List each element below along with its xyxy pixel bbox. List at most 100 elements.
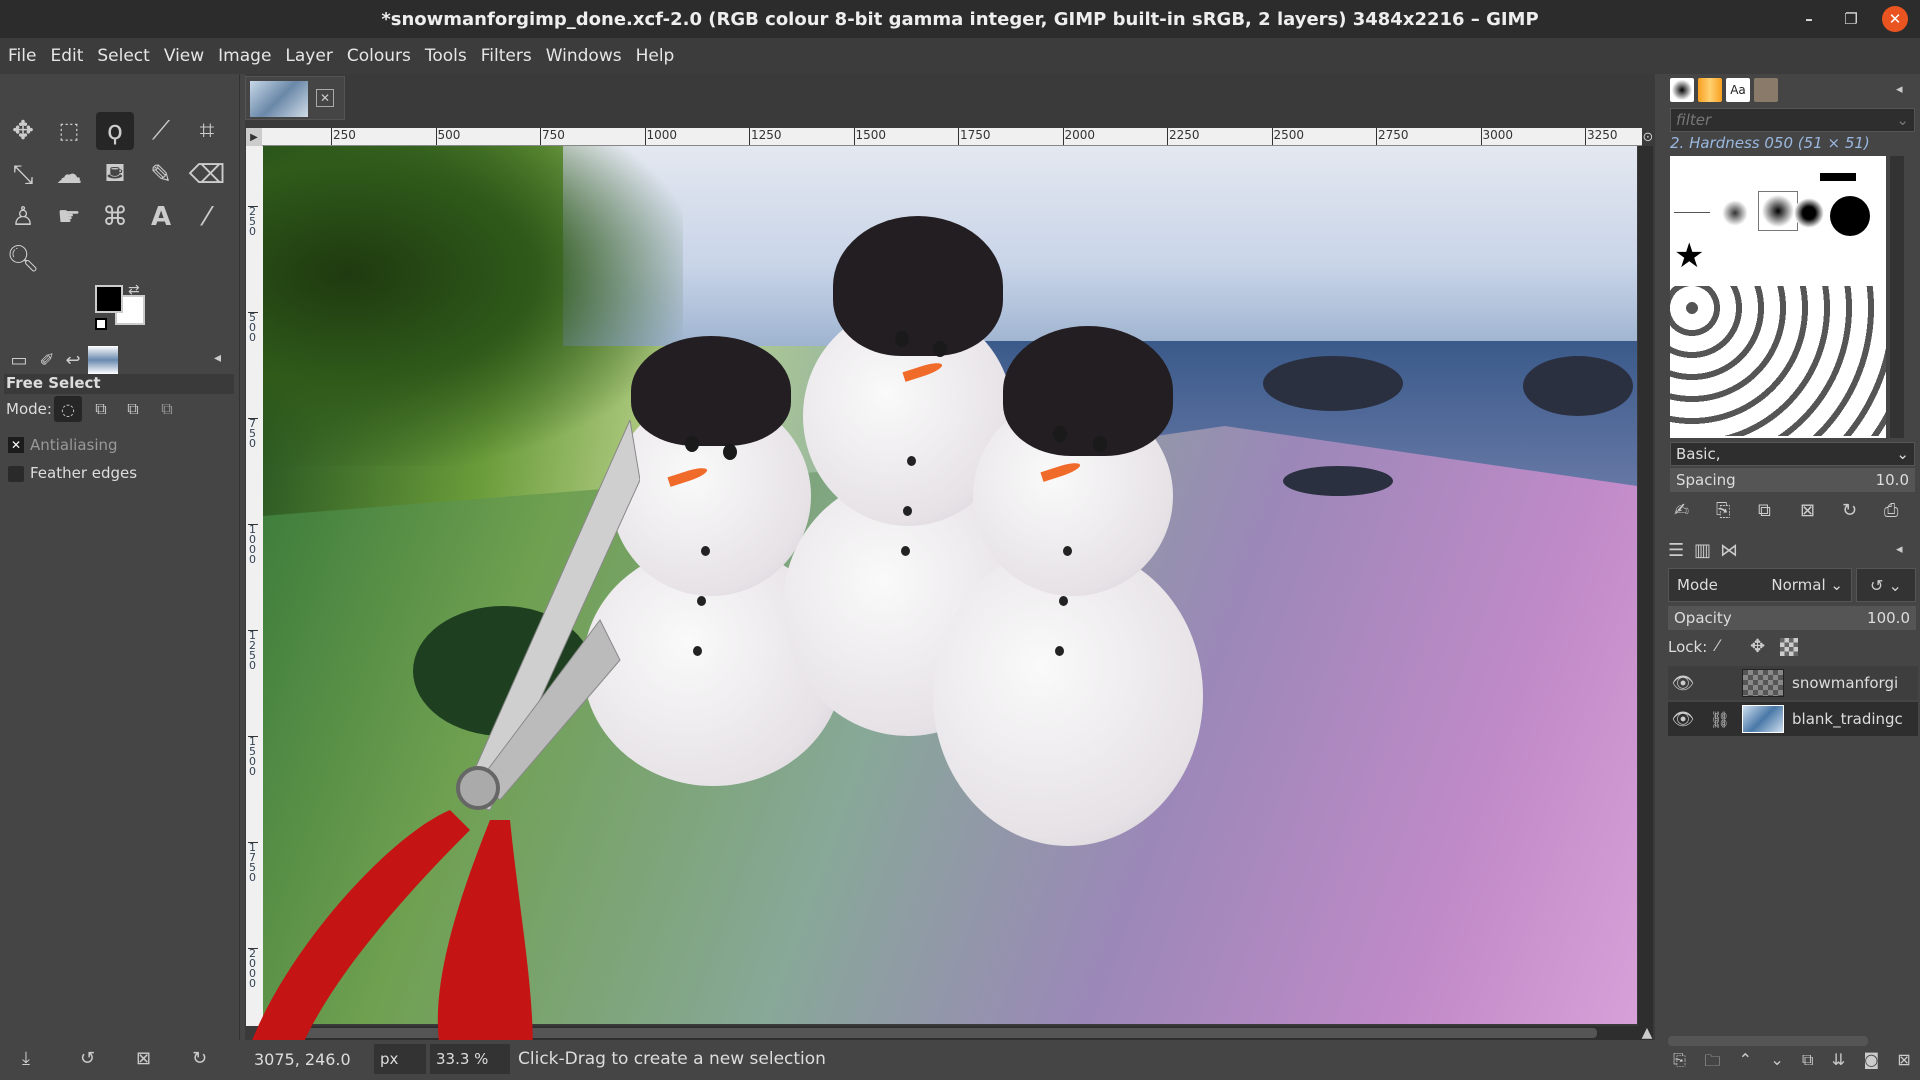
lock-alpha-icon[interactable] [1780,638,1798,656]
horizontal-ruler[interactable]: 250 500 750 1000 1250 1500 1750 2000 2250 2500 275… [262,128,1642,146]
mode-add-icon[interactable]: ⧉ [88,396,114,422]
zoom-tool-icon[interactable]: 🔍︎ [4,240,42,278]
images-tab-icon[interactable] [88,346,118,374]
edit-brush-icon[interactable]: ✍ [1674,500,1689,521]
zoom-to-fit-icon[interactable]: ⊙ [1640,128,1656,146]
zoom-select[interactable]: 33.3 % [430,1044,510,1074]
default-colors-icon[interactable] [95,318,107,330]
delete-layer-icon[interactable]: ⊠ [1897,1050,1910,1077]
delete-brush-icon[interactable]: ⊠ [1800,500,1815,521]
raise-layer-icon[interactable]: ⌃ [1739,1050,1752,1077]
smudge-tool-icon[interactable]: ☛ [50,198,88,236]
paths-tool-icon[interactable]: ⌘ [96,198,134,236]
mode-subtract-icon[interactable]: ⧉ [120,396,146,422]
close-image-icon[interactable]: ✕ [316,89,334,107]
menu-edit[interactable]: Edit [50,46,83,66]
dock-menu-icon[interactable]: ◂ [1896,82,1903,97]
mode-replace-icon[interactable]: ◌ [54,396,82,422]
paintbrush-tool-icon[interactable]: ✎ [142,156,180,194]
antialiasing-checkbox[interactable]: ✕ [8,437,24,453]
brush-tag-select[interactable]: Basic, ⌄ [1670,442,1915,466]
spacing-slider[interactable]: Spacing 10.0 [1670,468,1915,492]
merge-layer-icon[interactable]: ⇊ [1832,1050,1845,1077]
undo-history-tab-icon[interactable]: ↩ [58,346,88,374]
menu-filters[interactable]: Filters [481,46,532,66]
layer-mode-select[interactable]: Mode Normal ⌄ [1668,568,1852,602]
color-picker-tool-icon[interactable]: ⁄ [188,198,226,236]
layer-row[interactable]: 👁︎ snowmanforgi [1668,666,1918,700]
image-tab[interactable]: ✕ [245,76,345,120]
paths-tab-icon[interactable]: ⋈ [1720,540,1738,561]
save-tool-preset-icon[interactable]: ⤓ [22,1048,30,1069]
menu-image[interactable]: Image [218,46,271,66]
lower-layer-icon[interactable]: ⌄ [1770,1050,1783,1077]
minimize-button[interactable]: – [1796,6,1822,32]
reset-options-icon[interactable]: ↻ [192,1048,207,1069]
layer-row[interactable]: 👁︎ ⛓ blank_tradingc [1668,702,1918,736]
tool-options-tab-icon[interactable]: ▭ [4,346,34,374]
brush-grid[interactable]: ★ [1670,156,1886,438]
feather-edges-checkbox[interactable] [8,466,24,482]
close-button[interactable]: ✕ [1882,6,1908,32]
opacity-slider[interactable]: Opacity 100.0 [1668,606,1916,630]
brush-filter-input[interactable]: filter ⌄ [1670,108,1915,132]
eye-icon[interactable]: 👁︎ [1668,673,1698,694]
menu-layer[interactable]: Layer [285,46,332,66]
layers-dock-menu-icon[interactable]: ◂ [1896,542,1903,557]
document-history-tab-icon[interactable] [1754,78,1778,102]
free-select-tool-icon[interactable]: ϙ [96,112,134,150]
menu-select[interactable]: Select [97,46,149,66]
window-title: *snowmanforgimp_done.xcf-2.0 (RGB colour… [381,8,1539,30]
chevron-down-icon[interactable]: ⌄ [1896,445,1909,463]
rock [1283,466,1393,496]
menu-file[interactable]: File [8,46,36,66]
brushes-tab-icon[interactable] [1670,78,1694,102]
fonts-tab-icon[interactable]: Aa [1726,78,1750,102]
rect-select-tool-icon[interactable]: ⬚ [50,112,88,150]
antialiasing-label: Antialiasing [30,436,118,454]
composite-mode-select[interactable]: ↺ ⌄ [1856,568,1916,602]
new-brush-icon[interactable]: ⎘ [1716,500,1730,521]
eraser-tool-icon[interactable]: ⌫ [188,156,226,194]
quick-mask-menu-icon[interactable]: ▶ [246,128,262,146]
brush-scrollbar[interactable] [1890,156,1904,438]
patterns-tab-icon[interactable] [1698,78,1722,102]
chain-link-icon[interactable]: ⛓ [1698,710,1742,729]
menu-windows[interactable]: Windows [546,46,622,66]
menu-help[interactable]: Help [636,46,675,66]
new-layer-icon[interactable]: ⎘ [1673,1050,1686,1077]
clone-tool-icon[interactable]: ♙ [4,198,42,236]
menu-tools[interactable]: Tools [425,46,467,66]
new-layer-group-icon[interactable]: 🗀︎ [1704,1050,1720,1077]
vertical-scrollbar[interactable] [1638,146,1653,1026]
lock-position-icon[interactable]: ✥ [1750,636,1765,657]
menu-colours[interactable]: Colours [347,46,411,66]
crop-tool-icon[interactable]: ⌗ [188,112,226,150]
eye-icon[interactable]: 👁︎ [1668,709,1698,730]
restore-preset-icon[interactable]: ↺ [80,1048,95,1069]
unit-select[interactable]: px [374,1044,426,1074]
warp-tool-icon[interactable]: ☁ [50,156,88,194]
duplicate-layer-icon[interactable]: ⧉ [1802,1050,1813,1077]
duplicate-brush-icon[interactable]: ⧉ [1758,500,1771,521]
lock-pixels-icon[interactable]: ⁄ [1716,636,1719,655]
delete-preset-icon[interactable]: ⊠ [136,1048,151,1069]
channels-tab-icon[interactable]: ▥ [1694,540,1711,561]
text-tool-icon[interactable]: A [142,198,180,236]
layers-tab-icon[interactable]: ☰ [1668,540,1684,561]
configure-tab-icon[interactable]: ◂ [214,350,221,366]
refresh-brushes-icon[interactable]: ↻ [1842,500,1857,521]
maximize-button[interactable]: ❐ [1838,6,1864,32]
chevron-down-icon[interactable]: ⌄ [1896,111,1909,129]
swap-colors-icon[interactable]: ⇄ [128,282,140,298]
open-brush-icon[interactable]: ⎙ [1884,500,1898,521]
move-tool-icon[interactable]: ✥ [4,112,42,150]
layers-scrollbar[interactable] [1668,1036,1868,1046]
fuzzy-select-tool-icon[interactable]: ⟋ [142,112,180,150]
foreground-color-swatch[interactable] [95,285,123,313]
scale-tool-icon[interactable]: ⤡ [4,156,42,194]
bucket-fill-tool-icon[interactable]: ⛾ [96,156,134,194]
menu-view[interactable]: View [164,46,204,66]
mode-intersect-icon[interactable]: ⧉ [154,396,180,422]
layer-mask-icon[interactable]: ◙ [1864,1050,1880,1077]
